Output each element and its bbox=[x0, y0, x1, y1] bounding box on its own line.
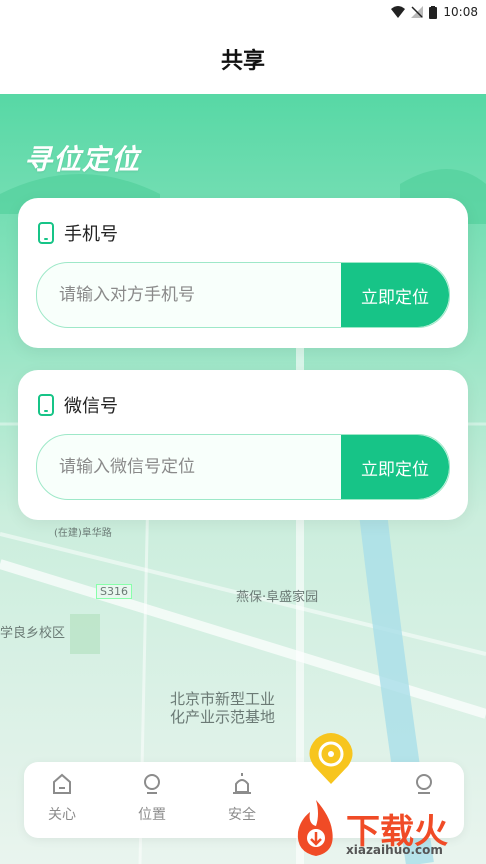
tab-safety[interactable]: 安全 bbox=[212, 772, 272, 824]
card-header: 微信号 bbox=[38, 392, 118, 418]
map-label: 学良乡校区 bbox=[0, 626, 66, 641]
share-location-icon[interactable] bbox=[308, 732, 354, 784]
phone-locate-card: 手机号 立即定位 bbox=[18, 198, 468, 348]
home-icon bbox=[53, 773, 71, 794]
tab-label: 关心 bbox=[48, 807, 76, 823]
wifi-icon bbox=[391, 6, 406, 18]
fire-logo-icon bbox=[297, 800, 333, 856]
tab-label: 安全 bbox=[228, 807, 256, 823]
map-label: (在建)阜华路 bbox=[54, 528, 112, 539]
map-label: S316 bbox=[96, 584, 132, 599]
status-icons bbox=[391, 5, 438, 19]
phone-input-row: 立即定位 bbox=[36, 262, 450, 328]
wechat-locate-card: 微信号 立即定位 bbox=[18, 370, 468, 520]
banner-title: 寻位定位 bbox=[24, 143, 141, 176]
phone-icon bbox=[38, 394, 54, 416]
locate-now-button[interactable]: 立即定位 bbox=[341, 263, 449, 327]
card-label: 手机号 bbox=[64, 224, 118, 245]
phone-icon bbox=[38, 222, 54, 244]
locate-now-button[interactable]: 立即定位 bbox=[341, 435, 449, 499]
phone-input[interactable] bbox=[57, 263, 361, 327]
tab-label: 位置 bbox=[138, 807, 166, 823]
page-title: 共享 bbox=[0, 24, 486, 94]
alarm-icon bbox=[233, 773, 251, 794]
watermark-url: xiazaihuo.com bbox=[346, 843, 443, 857]
tab-care[interactable]: 关心 bbox=[32, 772, 92, 824]
battery-icon bbox=[429, 5, 438, 19]
status-bar: 10:08 bbox=[0, 0, 486, 24]
tab-location[interactable]: 位置 bbox=[122, 772, 182, 824]
signal-off-icon bbox=[411, 6, 424, 18]
wechat-input-row: 立即定位 bbox=[36, 434, 450, 500]
wechat-input[interactable] bbox=[57, 435, 361, 499]
status-time: 10:08 bbox=[443, 5, 478, 19]
user-icon bbox=[416, 774, 432, 794]
map-label: 燕保·阜盛家园 bbox=[236, 590, 319, 605]
card-label: 微信号 bbox=[64, 396, 118, 417]
location-icon bbox=[144, 774, 160, 794]
card-header: 手机号 bbox=[38, 220, 118, 246]
map-label: 化产业示范基地 bbox=[170, 708, 276, 726]
